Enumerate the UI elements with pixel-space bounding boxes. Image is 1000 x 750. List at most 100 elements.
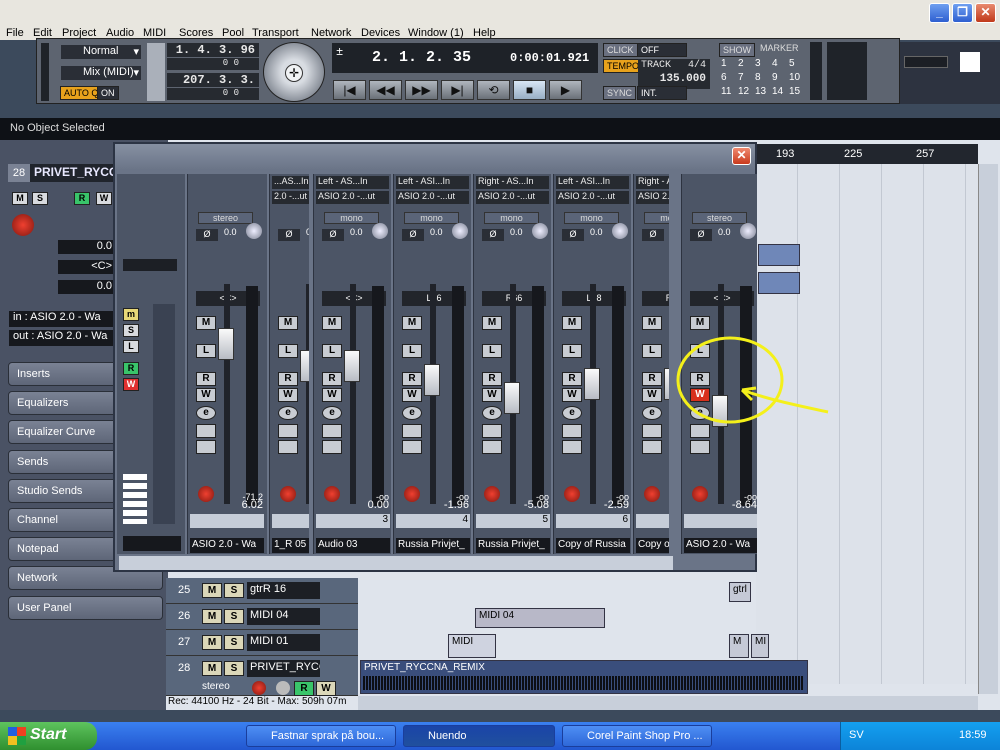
quantize-select[interactable] (904, 56, 948, 68)
phase-button[interactable]: Ø (562, 229, 584, 241)
channel-name[interactable]: Russia Privjet_ (476, 538, 550, 553)
channel-name[interactable]: Copy of (636, 538, 669, 553)
fader-track[interactable] (306, 284, 309, 504)
eq-icon[interactable] (402, 440, 422, 454)
output-routing[interactable]: ASIO 2.0 (636, 191, 669, 204)
marker-button[interactable]: 8 (755, 72, 761, 83)
track-name[interactable]: MIDI 04 (247, 608, 320, 625)
listen-button[interactable]: L (482, 344, 502, 358)
read-all-button[interactable]: R (123, 362, 139, 375)
click-button[interactable]: CLICK (603, 43, 638, 57)
mute-button[interactable]: M (196, 316, 216, 330)
position-time[interactable]: 0:00:01.921 (510, 51, 589, 65)
eq-icon[interactable] (322, 440, 342, 454)
record-enable-icon[interactable] (280, 486, 296, 502)
solo-button[interactable]: S (224, 661, 244, 676)
fader-handle[interactable] (504, 382, 520, 415)
horizontal-scrollbar[interactable] (358, 696, 978, 710)
fader-value[interactable]: -2.59 (584, 499, 629, 511)
marker-button[interactable]: 4 (772, 58, 778, 69)
write-button[interactable]: W (96, 192, 112, 205)
fader-value[interactable]: -1.96 (424, 499, 469, 511)
output-routing[interactable]: out : ASIO 2.0 - Wa (9, 330, 119, 346)
task-paintshop[interactable]: Corel Paint Shop Pro ... (562, 725, 712, 747)
eq-icon[interactable] (278, 440, 298, 454)
mute-button[interactable]: M (202, 661, 222, 676)
gain-knob[interactable] (532, 223, 548, 239)
track-name[interactable]: gtrR 16 (247, 582, 320, 599)
mute-button[interactable]: M (278, 316, 298, 330)
edit-button[interactable]: e (278, 406, 298, 420)
track-row[interactable]: 26 M S MIDI 04 (166, 604, 358, 630)
read-button[interactable]: R (562, 372, 582, 386)
clock[interactable]: 18:59 (959, 729, 987, 741)
phase-button[interactable]: Ø (278, 229, 300, 241)
delay-value[interactable]: 0.0 (58, 280, 114, 294)
gain-knob[interactable] (372, 223, 388, 239)
pan-control[interactable]: R68 (642, 291, 669, 306)
record-enable-icon[interactable] (692, 486, 708, 502)
track-name[interactable]: PRIVET_RYCC (247, 660, 320, 677)
input-routing[interactable]: ...AS...In (272, 176, 309, 189)
mute-button[interactable]: M (202, 583, 222, 598)
marker-button[interactable]: 14 (772, 86, 783, 97)
read-button[interactable]: R (278, 372, 298, 386)
listen-button[interactable]: L (642, 344, 662, 358)
midi-part[interactable]: M (729, 634, 749, 658)
fader-handle[interactable] (300, 350, 309, 382)
write-button[interactable]: W (278, 388, 298, 402)
read-button[interactable]: R (402, 372, 422, 386)
marker-button[interactable]: 2 (738, 58, 744, 69)
input-routing[interactable]: Left - ASI...In (556, 176, 629, 189)
output-routing[interactable]: ASIO 2.0 -...ut (476, 191, 549, 204)
midi-part[interactable]: MI (751, 634, 769, 658)
read-button[interactable]: R (294, 681, 314, 696)
input-gain-value[interactable]: 0.0 (350, 227, 372, 237)
record-enable-icon[interactable] (324, 486, 340, 502)
marker-button[interactable]: 1 (721, 58, 727, 69)
marker-button[interactable]: 10 (789, 72, 800, 83)
channel-name[interactable]: 1_R 05 (272, 538, 309, 553)
input-gain-value[interactable]: 0.0 (718, 227, 740, 237)
eq-icon[interactable] (562, 440, 582, 454)
close-icon[interactable]: ✕ (975, 3, 996, 23)
phase-button[interactable]: Ø (322, 229, 344, 241)
write-button[interactable]: W (642, 388, 662, 402)
write-button[interactable]: W (316, 681, 336, 696)
marker-button[interactable]: 9 (772, 72, 778, 83)
audio-part[interactable] (758, 272, 800, 294)
menu-item-file[interactable]: File (6, 27, 24, 39)
track-row[interactable]: 25 M S gtrR 16 (166, 578, 358, 604)
marker-button[interactable]: 15 (789, 86, 800, 97)
phase-button[interactable]: Ø (402, 229, 424, 241)
listen-button[interactable]: L (322, 344, 342, 358)
track-name[interactable]: MIDI 01 (247, 634, 320, 651)
pan-value[interactable]: <C> (58, 260, 114, 274)
write-button[interactable]: W (482, 388, 502, 402)
marker-button[interactable]: 7 (738, 72, 744, 83)
mixer-mode-select[interactable] (123, 536, 181, 551)
channel-name[interactable]: Russia Privjet_ (396, 538, 470, 553)
read-button[interactable]: R (74, 192, 90, 205)
insert-icon[interactable] (642, 424, 662, 438)
track-row[interactable]: 28 M S PRIVET_RYCC stereo R W (166, 656, 358, 696)
channel-name[interactable]: Audio 03 (316, 538, 390, 553)
jog-wheel[interactable]: ✛ (263, 42, 325, 102)
marker-button[interactable]: 11 (721, 86, 731, 97)
midi-part[interactable]: MIDI (448, 634, 496, 658)
edit-button[interactable]: e (322, 406, 342, 420)
color-chooser[interactable] (960, 52, 980, 72)
audio-part[interactable]: gtrl (729, 582, 751, 602)
mute-button[interactable]: M (562, 316, 582, 330)
input-routing[interactable]: Right - AS...In (476, 176, 549, 189)
edit-button[interactable]: e (562, 406, 582, 420)
record-enable-icon[interactable] (484, 486, 500, 502)
read-button[interactable]: R (322, 372, 342, 386)
input-gain-value[interactable]: 0.0 (224, 227, 246, 237)
mute-button[interactable]: M (12, 192, 28, 205)
read-button[interactable]: R (482, 372, 502, 386)
fader-track[interactable] (224, 284, 230, 504)
read-button[interactable]: R (196, 372, 216, 386)
phase-button[interactable]: Ø (482, 229, 504, 241)
phase-button[interactable]: Ø (196, 229, 218, 241)
